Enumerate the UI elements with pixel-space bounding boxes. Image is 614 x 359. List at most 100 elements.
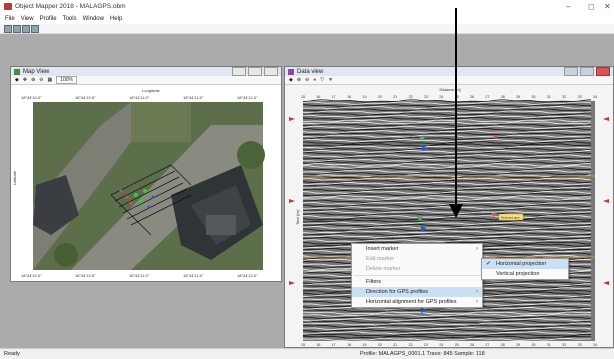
map-view-window: Map View ◆ ✥ ⊕ ⊖ ▦ 100% Longitude 18°44'… xyxy=(10,66,282,282)
distance-tick-label: 18 xyxy=(347,95,351,99)
marker-label: Detected pipe xyxy=(501,216,520,220)
menu-bar: File View Profile Tools Window Help xyxy=(0,14,614,24)
data-view-title: Data view xyxy=(297,68,324,75)
map-view-titlebar[interactable]: Map View xyxy=(11,67,281,76)
zoom-out-icon[interactable]: ⊖ xyxy=(39,77,43,83)
distance-tick-label: 16 xyxy=(316,343,320,347)
filter-icon[interactable]: ▽ xyxy=(320,77,324,83)
map-y-label: Latitude xyxy=(12,170,17,185)
map-icon xyxy=(14,68,20,75)
distance-tick-label: 21 xyxy=(393,95,397,99)
pointer-icon[interactable]: ◆ xyxy=(289,77,293,83)
distance-tick-label: 31 xyxy=(547,95,551,99)
distance-tick-label: 31 xyxy=(547,343,551,347)
distance-tick-label: 22 xyxy=(409,95,413,99)
distance-tick-label: 33 xyxy=(578,343,582,347)
distance-tick-label: 33 xyxy=(578,95,582,99)
distance-tick-label: 26 xyxy=(470,95,474,99)
distance-tick-label: 27 xyxy=(485,95,489,99)
menu-tools[interactable]: Tools xyxy=(63,14,77,24)
window-title: Object Mapper 2018 - MALAGPS.obm xyxy=(15,3,126,10)
distance-tick-label: 23 xyxy=(424,343,428,347)
status-profile-info: Profile: MALAGPS_0001.1 Trace: 845 Sampl… xyxy=(360,351,485,357)
distance-tick-label: 25 xyxy=(455,343,459,347)
distance-tick-label: 20 xyxy=(378,95,382,99)
open-folder-icon[interactable] xyxy=(13,25,21,33)
distance-tick-label: 20 xyxy=(378,343,382,347)
distance-tick-label: 24 xyxy=(439,343,443,347)
colour-scale-icon[interactable]: ● xyxy=(313,77,316,83)
context-menu: Insert marker › Edit marker Delete marker… xyxy=(351,243,483,308)
map-top-tick: 18°44'12.0" xyxy=(237,95,258,100)
distance-tick-label: 26 xyxy=(470,343,474,347)
new-file-icon[interactable] xyxy=(4,25,12,33)
delete-marker-item[interactable]: Delete marker xyxy=(352,264,482,274)
distance-tick-label: 17 xyxy=(332,343,336,347)
distance-tick-label: 23 xyxy=(424,95,428,99)
distance-tick-label: 28 xyxy=(501,343,505,347)
distance-tick-label: 27 xyxy=(485,343,489,347)
menu-file[interactable]: File xyxy=(5,14,15,24)
distance-tick-label: 22 xyxy=(409,343,413,347)
distance-tick-label: 17 xyxy=(332,95,336,99)
map-canvas[interactable]: Longitude 18°44'10.0" 18°44'10.5" 18°44'… xyxy=(11,85,281,281)
distance-tick-label: 32 xyxy=(562,343,566,347)
distance-tick-label: 15 xyxy=(301,95,305,99)
gps-direction-item[interactable]: Direction for GPS profiles › xyxy=(352,287,482,297)
grid-icon[interactable]: ▦ xyxy=(47,77,52,83)
pan-icon[interactable]: ✥ xyxy=(23,77,27,83)
distance-tick-label: 15 xyxy=(301,343,305,347)
zoom-out-icon[interactable]: ⊖ xyxy=(305,77,309,83)
map-bottom-tick: 18°44'10.0" xyxy=(21,273,42,278)
pointer-icon[interactable]: ◆ xyxy=(15,77,19,83)
menu-help[interactable]: Help xyxy=(110,14,122,24)
data-close-button[interactable] xyxy=(596,67,610,76)
time-axis-label: Time [ns] xyxy=(296,210,300,225)
map-close-button[interactable] xyxy=(264,67,278,76)
save-icon[interactable] xyxy=(22,25,30,33)
checkmark-icon: ✔ xyxy=(486,261,492,267)
map-maximize-button[interactable] xyxy=(248,67,262,76)
distance-tick-label: 34 xyxy=(593,343,597,347)
distance-tick-label: 30 xyxy=(532,95,536,99)
title-bar: Object Mapper 2018 - MALAGPS.obm – ◻ ✕ xyxy=(0,0,614,14)
settings-icon[interactable] xyxy=(31,25,39,33)
distance-tick-label: 18 xyxy=(347,343,351,347)
distance-tick-label: 30 xyxy=(532,343,536,347)
distance-tick-label: 28 xyxy=(501,95,505,99)
direction-submenu: ✔ Horizontal projection Vertical projecti… xyxy=(481,258,569,280)
gps-alignment-item[interactable]: Horizontal alignment for GPS profiles › xyxy=(352,297,482,307)
map-x-label: Longitude xyxy=(142,88,160,93)
insert-marker-item[interactable]: Insert marker › xyxy=(352,244,482,254)
zoom-level[interactable]: 100% xyxy=(56,76,77,84)
map-view-title: Map View xyxy=(23,68,50,75)
edit-marker-item[interactable]: Edit marker xyxy=(352,254,482,264)
filters-item[interactable]: Filters xyxy=(352,277,482,287)
distance-tick-label: 29 xyxy=(516,95,520,99)
zoom-in-icon[interactable]: ⊕ xyxy=(31,77,35,83)
distance-tick-label: 19 xyxy=(363,343,367,347)
data-minimize-button[interactable] xyxy=(564,67,578,76)
map-toolbar: ◆ ✥ ⊕ ⊖ ▦ 100% xyxy=(11,76,281,85)
maximize-icon[interactable]: ◻ xyxy=(588,2,595,11)
map-bottom-tick: 18°44'12.0" xyxy=(237,273,258,278)
map-bottom-tick: 18°44'11.5" xyxy=(183,273,204,278)
vertical-projection-item[interactable]: Vertical projection xyxy=(482,269,568,279)
map-top-tick: 18°44'10.5" xyxy=(75,95,96,100)
close-icon[interactable]: ✕ xyxy=(604,2,611,11)
map-top-tick: 18°44'10.0" xyxy=(21,95,42,100)
map-top-tick: 18°44'11.5" xyxy=(183,95,204,100)
map-bottom-tick: 18°44'10.5" xyxy=(75,273,96,278)
main-toolbar xyxy=(0,24,614,34)
horizontal-projection-item[interactable]: ✔ Horizontal projection xyxy=(482,259,568,269)
marker-icon[interactable]: ▼ xyxy=(328,77,333,83)
menu-view[interactable]: View xyxy=(21,14,34,24)
data-maximize-button[interactable] xyxy=(580,67,594,76)
menu-profile[interactable]: Profile xyxy=(40,14,57,24)
menu-separator xyxy=(354,275,480,276)
distance-tick-label: 32 xyxy=(562,95,566,99)
minimize-icon[interactable]: – xyxy=(566,2,570,11)
map-minimize-button[interactable] xyxy=(232,67,246,76)
zoom-in-icon[interactable]: ⊕ xyxy=(297,77,301,83)
menu-window[interactable]: Window xyxy=(83,14,104,24)
